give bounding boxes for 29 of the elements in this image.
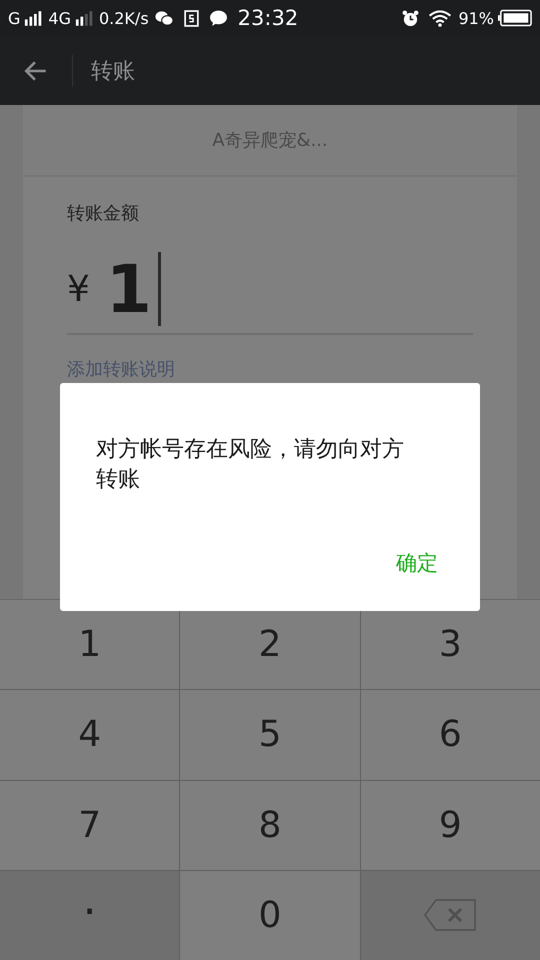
backspace-icon bbox=[424, 899, 476, 932]
confirm-button[interactable]: 确定 bbox=[390, 545, 444, 581]
digit-key[interactable]: 8 bbox=[180, 780, 360, 870]
network-speed: 0.2K/s bbox=[98, 8, 149, 28]
digit-key[interactable]: 0 bbox=[180, 870, 360, 960]
alert-message: 对方帐号存在风险，请勿向对方转账 bbox=[96, 436, 405, 494]
digit-key[interactable]: 5 bbox=[180, 690, 360, 780]
page-title: 转账 bbox=[91, 58, 135, 86]
amount-label: 转账金额 bbox=[67, 202, 139, 225]
battery-percent: 91% bbox=[458, 8, 494, 28]
signal-icon bbox=[24, 10, 44, 26]
sim-card-icon bbox=[182, 10, 201, 26]
message-bubble-icon bbox=[208, 10, 228, 26]
alarm-clock-icon bbox=[401, 10, 420, 26]
digit-key[interactable]: 3 bbox=[360, 600, 540, 690]
digit-key[interactable]: 1 bbox=[0, 600, 180, 690]
digit-key[interactable]: 9 bbox=[360, 780, 540, 870]
digit-key[interactable]: 7 bbox=[0, 780, 180, 870]
wifi-icon bbox=[428, 10, 452, 26]
network-label: 4G bbox=[48, 8, 71, 28]
decimal-key[interactable]: . bbox=[0, 870, 180, 960]
digit-key[interactable]: 4 bbox=[0, 690, 180, 780]
digit-key[interactable]: 6 bbox=[360, 690, 540, 780]
chat-bubbles-icon bbox=[154, 10, 174, 26]
clock-time: 23:32 bbox=[238, 6, 298, 30]
network-label: G bbox=[8, 8, 20, 28]
signal-icon bbox=[74, 10, 95, 26]
battery-icon bbox=[498, 9, 532, 27]
amount-field[interactable]: ¥ 1 bbox=[67, 245, 473, 335]
